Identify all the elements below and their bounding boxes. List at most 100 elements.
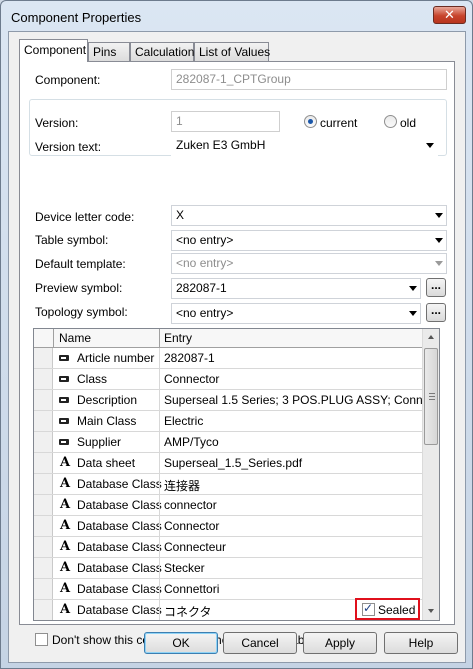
scroll-down-arrow-icon[interactable] [423,603,439,620]
default-template-value: <no entry> [176,256,234,270]
device-letter-combo[interactable]: X [171,205,447,226]
table-row[interactable]: A Data sheet Superseal_1.5_Series.pdf [34,453,422,474]
ok-button[interactable]: OK [144,632,218,654]
column-header-name[interactable]: Name [59,331,91,345]
table-row[interactable]: Description Superseal 1.5 Series; 3 POS.P… [34,390,439,411]
row-header[interactable] [34,453,53,473]
dont-show-checkbox[interactable] [35,633,48,646]
column-separator [159,390,160,410]
attribute-table: Name Entry Article number 282087-1 Class Co… [33,328,440,621]
row-header[interactable] [34,348,53,368]
cancel-button[interactable]: Cancel [223,632,297,654]
row-header[interactable] [34,474,53,494]
text-icon: A [59,539,71,554]
table-row[interactable]: Article number 282087-1 [34,348,422,369]
help-button[interactable]: Help [384,632,458,654]
device-letter-label: Device letter code: [35,210,135,224]
attribute-entry[interactable]: Stecker [164,561,205,575]
table-scrollbar[interactable] [422,329,439,620]
header-separator [159,329,160,348]
close-button[interactable]: ✕ [433,6,466,24]
device-letter-value: X [176,208,185,222]
attribute-name: Database Class [77,561,162,575]
chevron-down-icon [435,213,443,218]
topology-symbol-label: Topology symbol: [35,305,128,319]
tag-icon [58,351,72,365]
apply-button[interactable]: Apply [303,632,377,654]
tab-list-of-values[interactable]: List of Values [194,42,270,61]
tab-component[interactable]: Component [19,39,88,62]
table-row[interactable]: A Database Class Connector [34,516,422,537]
column-separator [159,495,160,515]
attribute-entry[interactable]: connector [164,498,217,512]
table-symbol-combo[interactable]: <no entry> [171,230,447,251]
table-row[interactable]: A Database Class connector [34,495,422,516]
row-header[interactable] [34,369,53,389]
sealed-checkbox[interactable] [362,601,375,616]
row-header[interactable] [34,516,53,536]
table-row[interactable]: A Database Class Connecteur [34,537,422,558]
topology-symbol-combo[interactable]: <no entry> [171,303,421,324]
attribute-name: Database Class [77,498,162,512]
attribute-name: Database Class [77,519,162,533]
radio-current-label: current [320,116,358,130]
component-label: Component: [35,73,101,87]
column-separator [159,432,160,452]
title-bar[interactable]: Component Properties ✕ [1,1,472,31]
row-header[interactable] [34,558,53,578]
dialog-window: Component Properties ✕ Component Pins Ca… [0,0,473,669]
attribute-entry[interactable]: Connector [164,372,219,386]
row-header[interactable] [34,495,53,515]
radio-current[interactable] [304,115,317,128]
window-title: Component Properties [11,10,142,25]
table-row[interactable]: Class Connector [34,369,422,390]
attribute-entry[interactable]: Superseal 1.5 Series; 3 POS.PLUG ASSY; C… [164,393,439,407]
row-header[interactable] [34,390,53,410]
component-name-field: 282087-1_CPTGroup [171,69,447,90]
attribute-entry[interactable]: Electric [164,414,203,428]
attribute-entry[interactable]: 连接器 [164,477,200,494]
column-header-entry[interactable]: Entry [164,331,192,345]
tab-panel-component: Component: 282087-1_CPTGroup Version: 1 … [19,61,455,647]
row-header[interactable] [34,537,53,557]
tag-icon [58,435,72,449]
table-row[interactable]: A Database Class Stecker [34,558,422,579]
preview-symbol-browse-button[interactable]: ... [426,278,446,297]
preview-symbol-combo[interactable]: 282087-1 [171,278,421,299]
tab-pins[interactable]: Pins [88,42,130,61]
topology-symbol-browse-button[interactable]: ... [426,303,446,322]
scroll-thumb[interactable] [424,348,438,445]
column-separator [159,411,160,431]
attribute-name: Database Class [77,603,162,617]
tab-calculation[interactable]: Calculation [130,42,194,61]
text-icon: A [59,602,71,617]
table-row[interactable]: A Database Class 连接器 [34,474,422,495]
row-header[interactable] [34,411,53,431]
table-row[interactable]: A Database Class Connettori [34,579,422,600]
attribute-entry[interactable]: コネクタ [164,603,212,620]
table-header: Name Entry [34,329,422,348]
scroll-up-arrow-icon[interactable] [423,329,439,346]
row-header[interactable] [34,600,53,620]
attribute-entry[interactable]: Connecteur [164,540,226,554]
attribute-entry[interactable]: Connettori [164,582,219,596]
attribute-entry[interactable]: AMP/Tyco [164,435,219,449]
version-text-combo[interactable]: Zuken E3 GmbH [171,135,438,156]
attribute-entry[interactable]: 282087-1 [164,351,215,365]
attribute-name: Database Class [77,540,162,554]
table-row[interactable]: Supplier AMP/Tyco [34,432,422,453]
table-row[interactable]: Main Class Electric [34,411,422,432]
radio-old[interactable] [384,115,397,128]
row-header[interactable] [34,432,53,452]
column-separator [159,537,160,557]
version-field: 1 [171,111,280,132]
chevron-down-icon [426,143,434,148]
attribute-name: Supplier [77,435,122,449]
row-header[interactable] [34,579,53,599]
tag-icon [58,393,72,407]
table-symbol-value: <no entry> [176,233,234,247]
attribute-entry[interactable]: Connector [164,519,219,533]
tag-icon [58,372,72,386]
attribute-entry[interactable]: Superseal_1.5_Series.pdf [164,456,302,470]
attribute-name: Main Class [77,414,137,428]
